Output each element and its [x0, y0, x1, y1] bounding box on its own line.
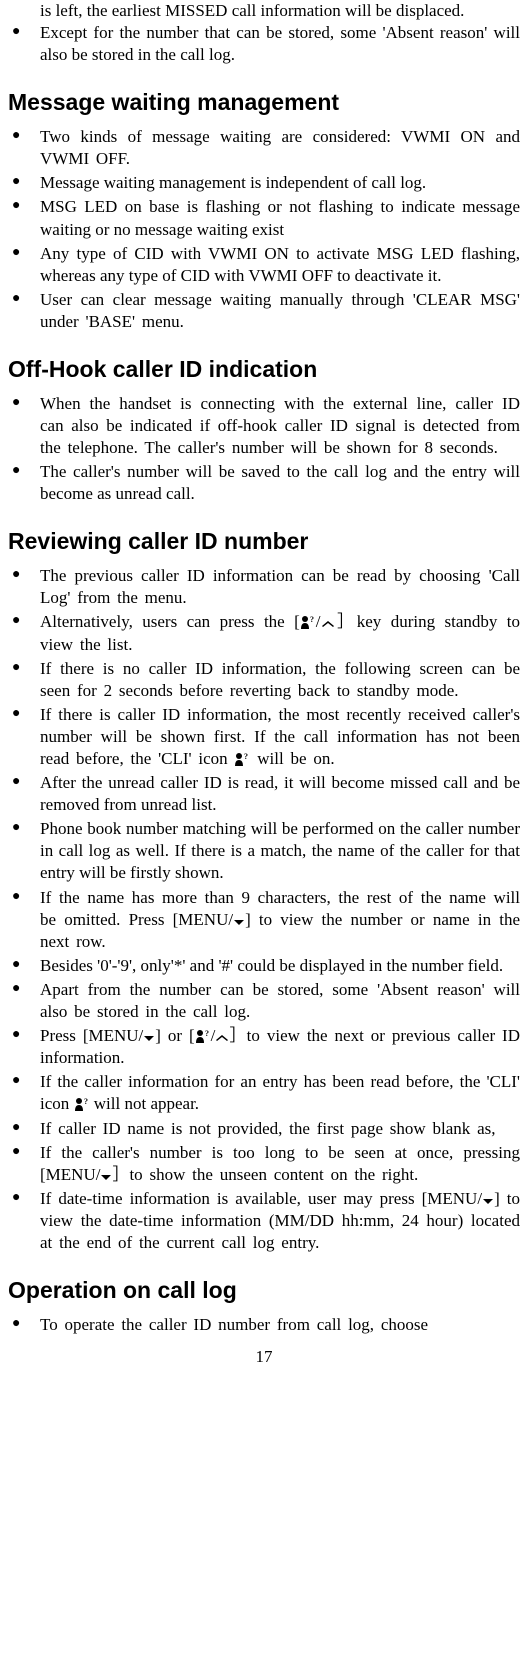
document-page: is left, the earliest MISSED call inform… — [8, 0, 520, 1368]
list-item: After the unread caller ID is read, it w… — [40, 772, 520, 816]
list-item: When the handset is connecting with the … — [40, 393, 520, 459]
text-fragment: Press [MENU/ — [40, 1026, 143, 1045]
list-item: Except for the number that can be stored… — [40, 22, 520, 66]
section-heading: Operation on call log — [8, 1276, 520, 1306]
svg-text:?: ? — [205, 1029, 209, 1038]
list-item: If the name has more than 9 characters, … — [40, 887, 520, 953]
list-item: If the caller's number is too long to be… — [40, 1142, 520, 1186]
person-question-icon: ? — [234, 752, 250, 766]
section-heading: Reviewing caller ID number — [8, 527, 520, 557]
list-item: If date-time information is available, u… — [40, 1188, 520, 1254]
list-item: Message waiting management is independen… — [40, 172, 520, 194]
person-question-icon: ? — [195, 1029, 211, 1043]
list-item: Phone book number matching will be perfo… — [40, 818, 520, 884]
list-item: MSG LED on base is flashing or not flash… — [40, 196, 520, 240]
text-fragment: will not appear. — [90, 1094, 200, 1113]
person-question-icon: ? — [300, 615, 316, 629]
list-item: Besides '0'-'9', only'*' and '#' could b… — [40, 955, 520, 977]
list-item: If caller ID name is not provided, the f… — [40, 1118, 520, 1140]
svg-text:?: ? — [244, 752, 248, 761]
list-item: If there is no caller ID information, th… — [40, 658, 520, 702]
list-item: Any type of CID with VWMI ON to activate… — [40, 243, 520, 287]
text-fragment: ］to show the unseen content on the right… — [112, 1165, 418, 1184]
down-icon — [143, 1034, 155, 1042]
section-heading: Message waiting management — [8, 88, 520, 118]
list-item: To operate the caller ID number from cal… — [40, 1314, 520, 1336]
person-question-icon: ? — [74, 1097, 90, 1111]
down-icon — [233, 918, 245, 926]
continuation-text: is left, the earliest MISSED call inform… — [8, 0, 520, 22]
list-item: If there is caller ID information, the m… — [40, 704, 520, 770]
svg-text:?: ? — [310, 615, 314, 624]
section-heading: Off-Hook caller ID indication — [8, 355, 520, 385]
up-icon — [321, 620, 335, 628]
list-item: The previous caller ID information can b… — [40, 565, 520, 609]
down-icon — [100, 1173, 112, 1181]
up-icon — [215, 1034, 229, 1042]
text-fragment: will be on. — [250, 749, 334, 768]
list-item: Alternatively, users can press the [?/］k… — [40, 611, 520, 655]
text-fragment: If date-time information is available, u… — [40, 1189, 482, 1208]
page-number: 17 — [8, 1346, 520, 1368]
down-icon — [482, 1197, 494, 1205]
list-item: The caller's number will be saved to the… — [40, 461, 520, 505]
list-item: If the caller information for an entry h… — [40, 1071, 520, 1115]
list-item: Apart from the number can be stored, som… — [40, 979, 520, 1023]
text-fragment: Alternatively, users can press the [ — [40, 612, 300, 631]
text-fragment: ] or [ — [155, 1026, 194, 1045]
list-item: Two kinds of message waiting are conside… — [40, 126, 520, 170]
list-item: User can clear message waiting manually … — [40, 289, 520, 333]
svg-text:?: ? — [84, 1097, 88, 1106]
list-item: Press [MENU/] or [?/］to view the next or… — [40, 1025, 520, 1069]
